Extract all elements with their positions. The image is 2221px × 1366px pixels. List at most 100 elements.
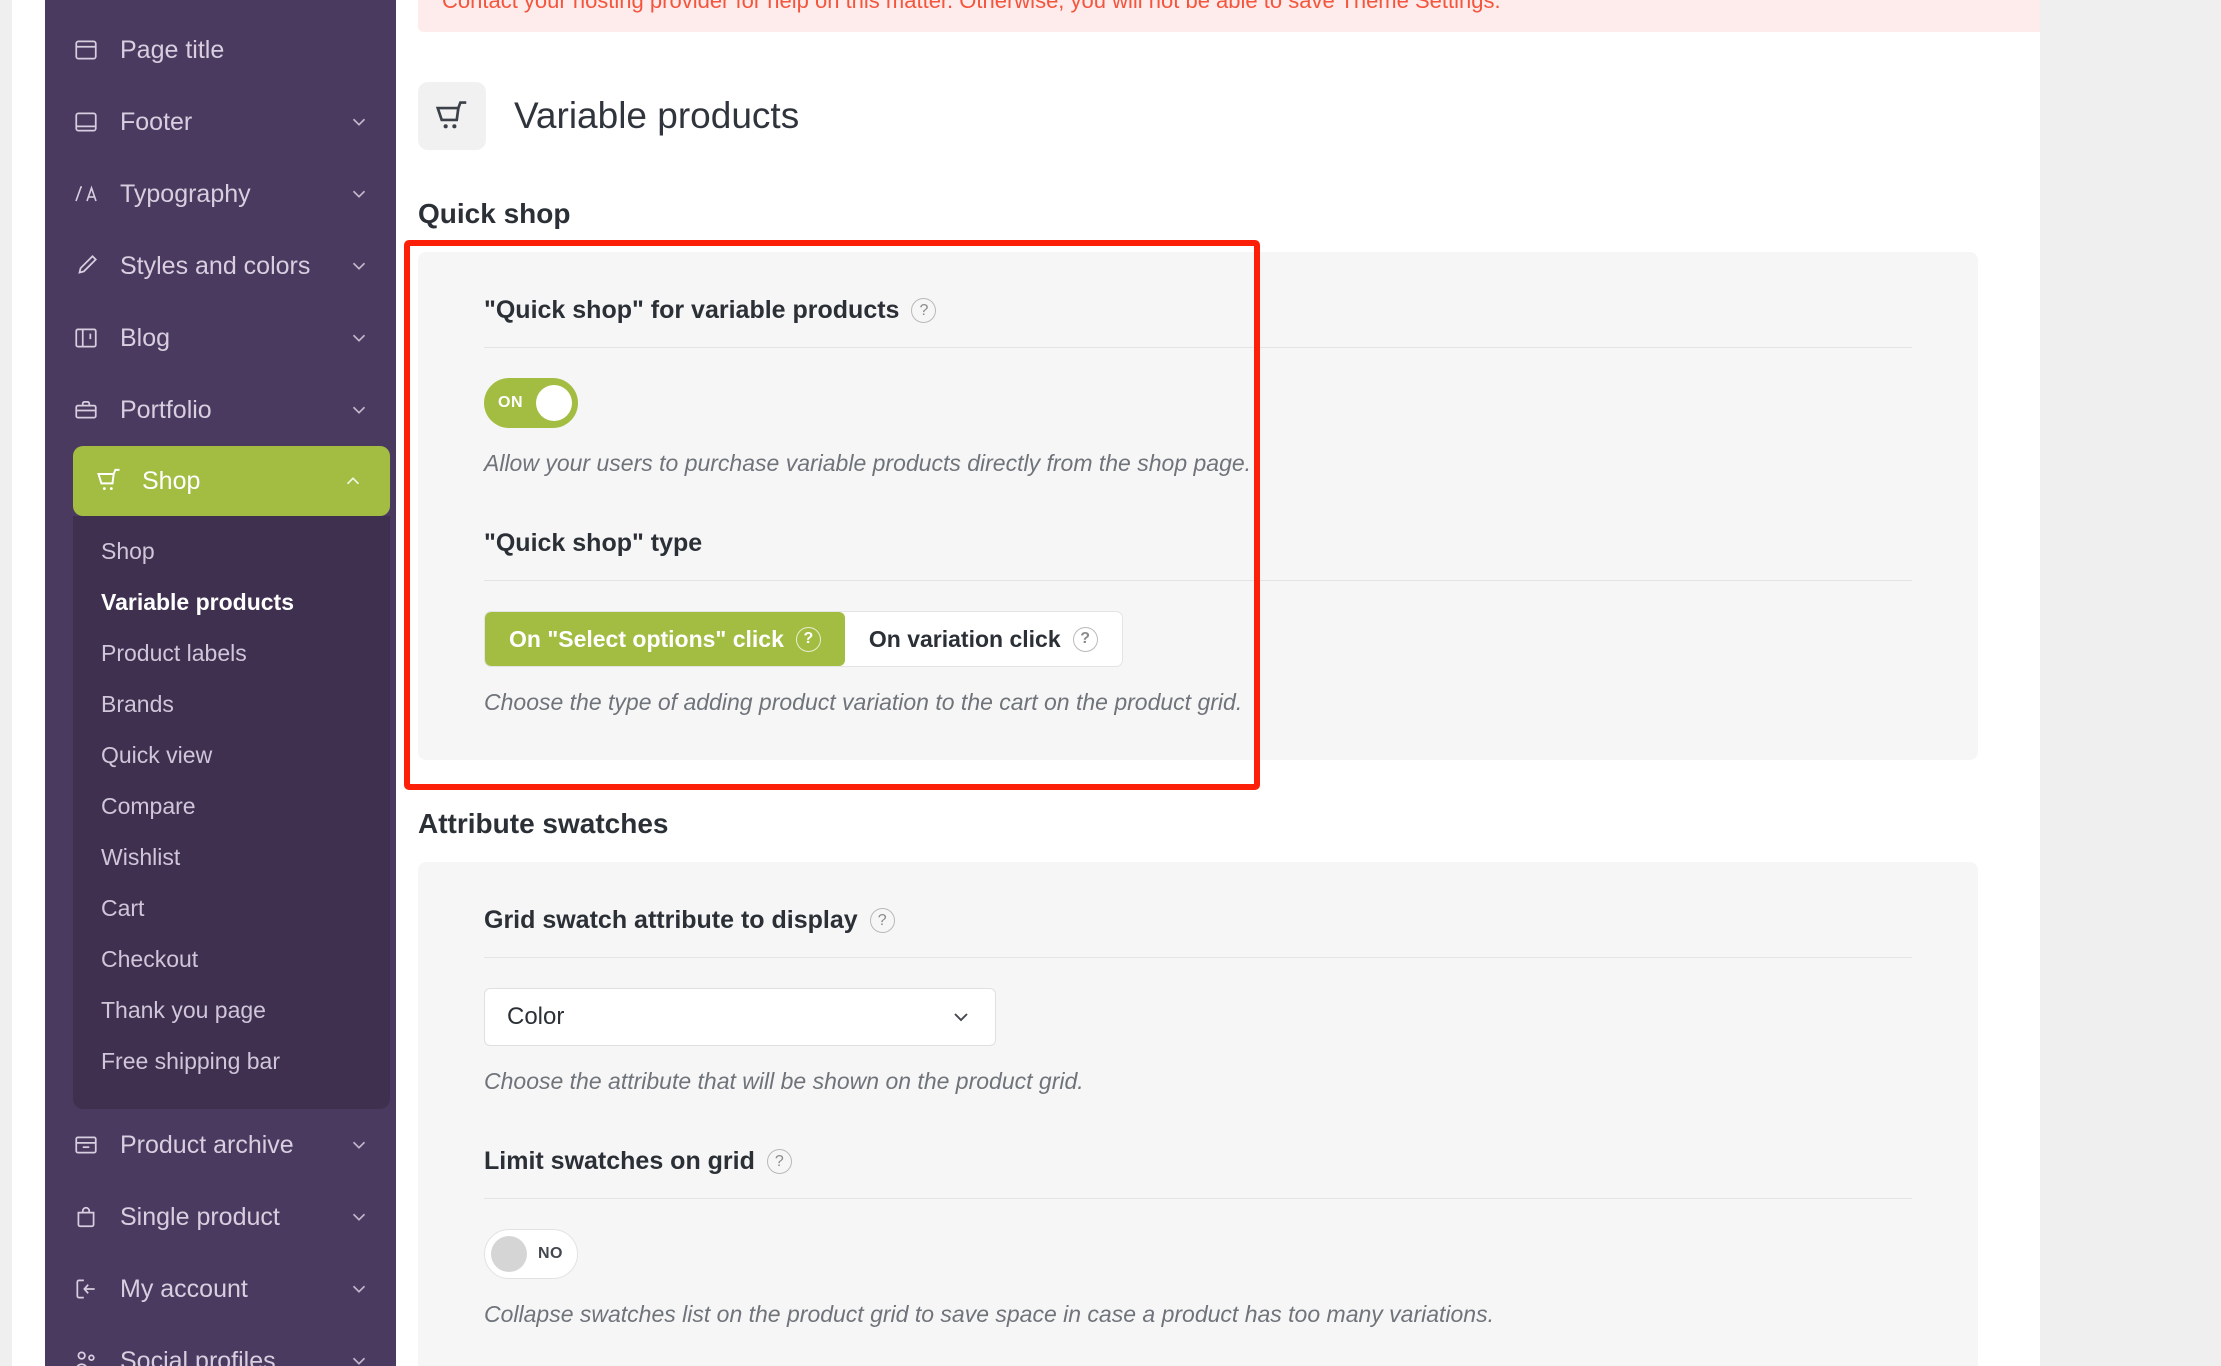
- select-value: Color: [507, 1003, 564, 1031]
- chevron-down-icon: [348, 183, 370, 205]
- quick-shop-toggle[interactable]: ON: [484, 378, 578, 428]
- chevron-down-icon: [949, 1005, 973, 1029]
- sidebar-item-label: Portfolio: [120, 396, 348, 425]
- sidebar-item-blog[interactable]: Blog: [45, 302, 396, 374]
- sidebar-item-label: Styles and colors: [120, 252, 348, 281]
- right-gutter: [2040, 0, 2221, 1366]
- chevron-down-icon: [348, 399, 370, 421]
- help-icon[interactable]: ?: [1073, 627, 1098, 652]
- segment-on-select-options-click[interactable]: On "Select options" click ?: [485, 612, 845, 666]
- segment-label: On variation click: [869, 626, 1061, 653]
- submenu-item-product-labels[interactable]: Product labels: [73, 628, 390, 679]
- submenu-item-compare[interactable]: Compare: [73, 781, 390, 832]
- submenu-item-shop[interactable]: Shop: [73, 526, 390, 577]
- sidebar-item-my-account[interactable]: My account: [45, 1253, 396, 1325]
- chevron-down-icon: [348, 327, 370, 349]
- page-title-icon: [73, 37, 107, 63]
- archive-icon: [73, 1132, 107, 1158]
- hosting-alert-banner: Contact your hosting provider for help o…: [418, 0, 2044, 32]
- sidebar-item-label: Typography: [120, 180, 348, 209]
- chevron-down-icon: [348, 1134, 370, 1156]
- sidebar-item-label: Shop: [142, 467, 342, 496]
- field-quick-shop-type: "Quick shop" type On "Select options" cl…: [484, 529, 1912, 716]
- typography-icon: [73, 181, 107, 207]
- app-root: Page title Footer T: [0, 0, 2221, 1366]
- submenu-label: Free shipping bar: [101, 1048, 280, 1075]
- left-gutter: [0, 0, 12, 1366]
- chevron-down-icon: [348, 1206, 370, 1228]
- shop-submenu: Shop Variable products Product labels Br…: [73, 516, 390, 1109]
- sidebar-item-label: Page title: [120, 36, 370, 65]
- sidebar-item-page-title[interactable]: Page title: [45, 14, 396, 86]
- sidebar-item-footer[interactable]: Footer: [45, 86, 396, 158]
- chevron-down-icon: [348, 1278, 370, 1300]
- toggle-state-label: NO: [538, 1245, 563, 1263]
- section-title-quick-shop: Quick shop: [418, 198, 2221, 230]
- field-label: "Quick shop" type: [484, 529, 702, 558]
- sidebar-item-label: My account: [120, 1275, 348, 1304]
- submenu-item-free-shipping-bar[interactable]: Free shipping bar: [73, 1036, 390, 1087]
- bag-icon: [73, 1204, 107, 1230]
- field-grid-swatch-attribute: Grid swatch attribute to display ? Color…: [484, 906, 1912, 1095]
- sidebar-item-social-profiles[interactable]: Social profiles: [45, 1325, 396, 1366]
- sidebar-item-label: Product archive: [120, 1131, 348, 1160]
- field-label: Grid swatch attribute to display: [484, 906, 858, 935]
- sidebar-item-styles-and-colors[interactable]: Styles and colors: [45, 230, 396, 302]
- field-label: "Quick shop" for variable products: [484, 296, 899, 325]
- field-quick-shop-toggle: "Quick shop" for variable products ? ON …: [484, 296, 1912, 477]
- help-icon[interactable]: ?: [796, 627, 821, 652]
- sidebar-item-label: Social profiles: [120, 1347, 348, 1366]
- quick-shop-card: "Quick shop" for variable products ? ON …: [418, 252, 1978, 760]
- main-content: Contact your hosting provider for help o…: [396, 0, 2221, 1366]
- submenu-label: Brands: [101, 691, 174, 718]
- field-label-row: Limit swatches on grid ?: [484, 1147, 1912, 1199]
- chevron-up-icon: [342, 470, 364, 492]
- cart-icon: [95, 467, 129, 495]
- help-icon[interactable]: ?: [911, 298, 936, 323]
- field-description: Allow your users to purchase variable pr…: [484, 450, 1912, 477]
- help-icon[interactable]: ?: [767, 1149, 792, 1174]
- blog-icon: [73, 325, 107, 351]
- sidebar-item-label: Footer: [120, 108, 348, 137]
- toggle-knob: [491, 1236, 527, 1272]
- sidebar-item-portfolio[interactable]: Portfolio: [45, 374, 396, 446]
- sidebar-item-product-archive[interactable]: Product archive: [45, 1109, 396, 1181]
- submenu-item-quick-view[interactable]: Quick view: [73, 730, 390, 781]
- submenu-label: Quick view: [101, 742, 212, 769]
- submenu-label: Thank you page: [101, 997, 266, 1024]
- sidebar-nav: Page title Footer T: [45, 0, 396, 1366]
- submenu-item-brands[interactable]: Brands: [73, 679, 390, 730]
- submenu-item-cart[interactable]: Cart: [73, 883, 390, 934]
- submenu-label: Shop: [101, 538, 155, 565]
- sidebar-item-typography[interactable]: Typography: [45, 158, 396, 230]
- cart-icon: [418, 82, 486, 150]
- sidebar-item-label: Blog: [120, 324, 348, 353]
- segment-on-variation-click[interactable]: On variation click ?: [845, 612, 1122, 666]
- field-limit-swatches: Limit swatches on grid ? NO Collapse swa…: [484, 1147, 1912, 1328]
- chevron-down-icon: [348, 255, 370, 277]
- sidebar-item-single-product[interactable]: Single product: [45, 1181, 396, 1253]
- footer-icon: [73, 109, 107, 135]
- field-label: Limit swatches on grid: [484, 1147, 755, 1176]
- attribute-swatches-card: Grid swatch attribute to display ? Color…: [418, 862, 1978, 1366]
- field-label-row: "Quick shop" for variable products ?: [484, 296, 1912, 348]
- grid-swatch-attribute-select[interactable]: Color: [484, 988, 996, 1046]
- limit-swatches-toggle[interactable]: NO: [484, 1229, 578, 1279]
- submenu-label: Checkout: [101, 946, 198, 973]
- submenu-label: Compare: [101, 793, 196, 820]
- submenu-item-variable-products[interactable]: Variable products: [73, 577, 390, 628]
- toggle-state-label: ON: [498, 394, 523, 412]
- quick-shop-type-segmented: On "Select options" click ? On variation…: [484, 611, 1123, 667]
- field-description: Choose the type of adding product variat…: [484, 689, 1912, 716]
- help-icon[interactable]: ?: [870, 908, 895, 933]
- submenu-item-wishlist[interactable]: Wishlist: [73, 832, 390, 883]
- login-icon: [73, 1276, 107, 1302]
- brush-icon: [73, 253, 107, 279]
- submenu-item-checkout[interactable]: Checkout: [73, 934, 390, 985]
- submenu-label: Cart: [101, 895, 144, 922]
- sidebar-item-shop[interactable]: Shop: [73, 446, 390, 516]
- section-title-attribute-swatches: Attribute swatches: [418, 808, 2221, 840]
- hosting-alert-text: Contact your hosting provider for help o…: [442, 0, 1501, 14]
- submenu-label: Wishlist: [101, 844, 180, 871]
- submenu-item-thank-you-page[interactable]: Thank you page: [73, 985, 390, 1036]
